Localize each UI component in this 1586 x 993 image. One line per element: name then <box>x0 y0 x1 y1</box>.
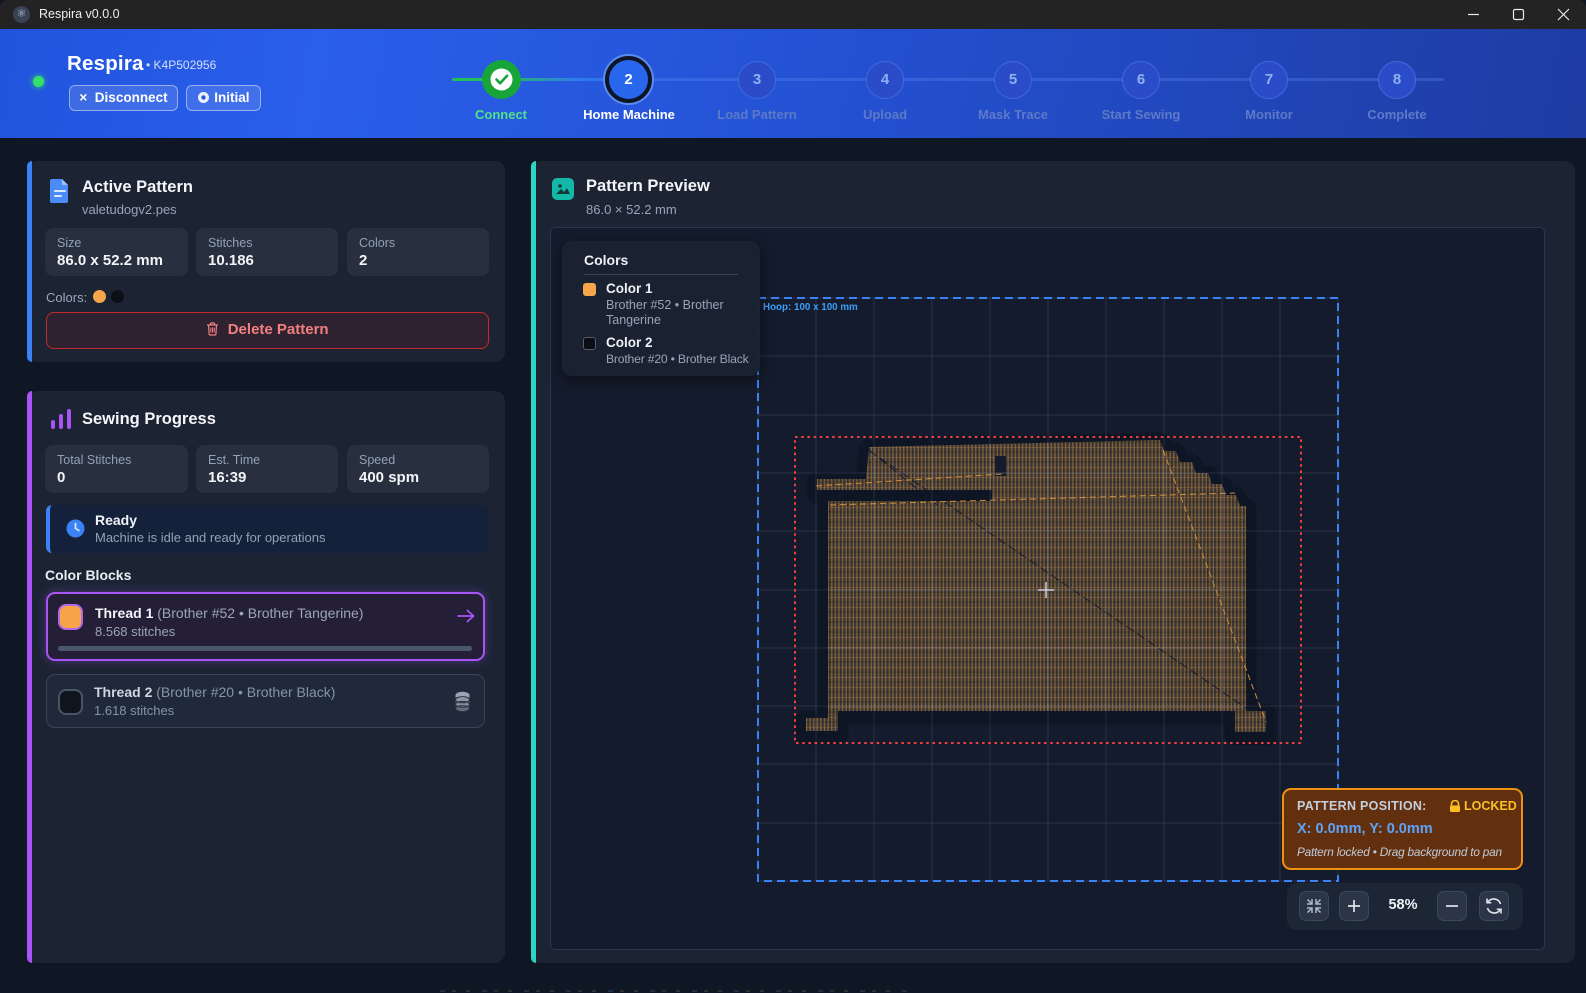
svg-text:Hoop: 100 x 100 mm: Hoop: 100 x 100 mm <box>763 302 858 313</box>
